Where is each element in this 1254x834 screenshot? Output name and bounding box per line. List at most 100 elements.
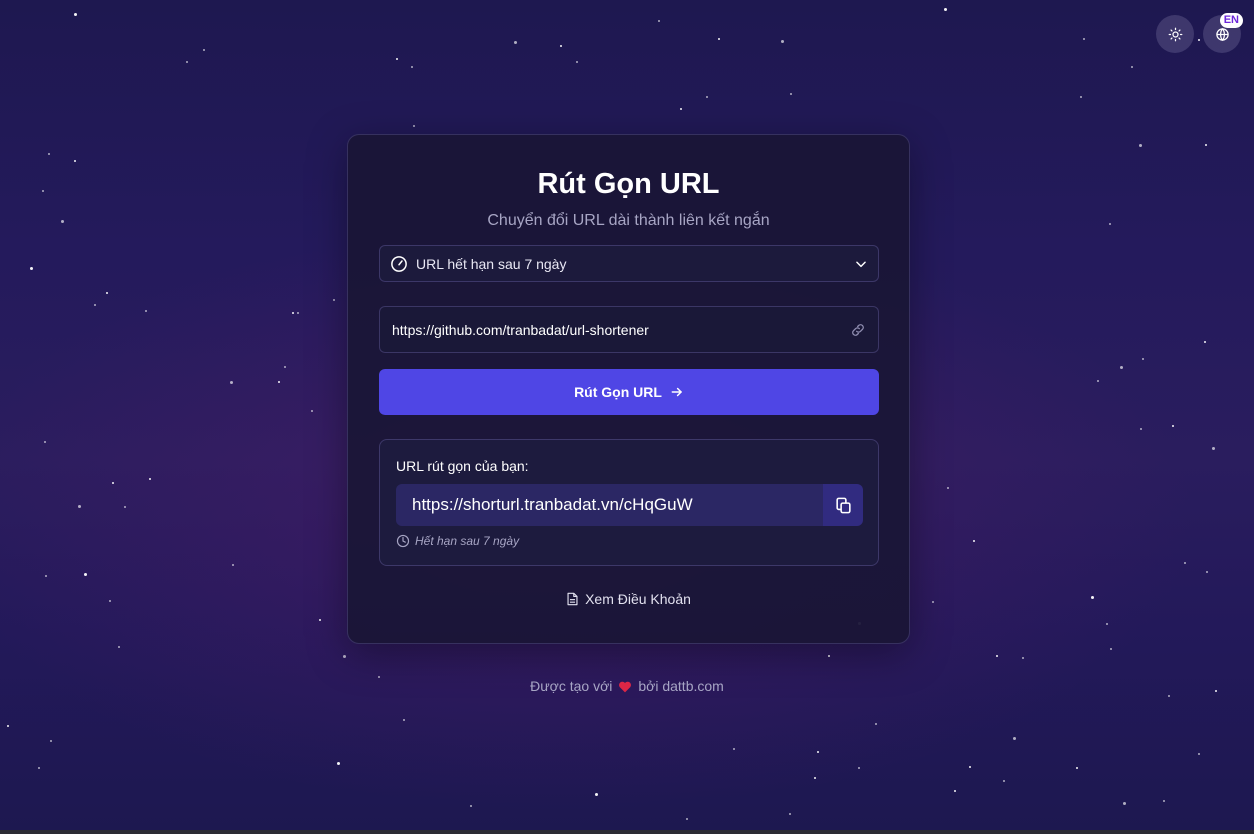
star [106, 292, 108, 294]
star [403, 719, 405, 721]
star [1106, 623, 1108, 625]
sun-icon [1168, 27, 1182, 41]
star [74, 160, 76, 162]
star [814, 777, 816, 779]
expiry-select[interactable]: URL hết hạn sau 7 ngày [379, 245, 879, 282]
star [875, 723, 877, 725]
bottom-bar [0, 830, 1254, 834]
language-button[interactable]: EN [1203, 13, 1243, 53]
star [1013, 737, 1016, 740]
star [790, 93, 792, 95]
page-subtitle: Chuyển đổi URL dài thành liên kết ngắn [487, 212, 770, 229]
star [1205, 144, 1207, 146]
arrow-right-icon [671, 387, 682, 397]
star [284, 366, 286, 368]
star [1142, 358, 1144, 360]
star [203, 49, 205, 51]
star [297, 312, 299, 314]
star [789, 813, 791, 815]
footer: Được tạo với bởi dattb.com [0, 678, 1254, 694]
star [969, 766, 971, 768]
heart-icon [619, 681, 632, 692]
star [1198, 753, 1200, 755]
star [560, 45, 562, 47]
star [932, 601, 934, 603]
star [145, 310, 147, 312]
star [319, 619, 321, 621]
star [411, 66, 413, 68]
star [396, 58, 398, 60]
star [680, 108, 682, 110]
star [996, 655, 998, 657]
star [118, 646, 120, 648]
star [230, 381, 233, 384]
clock-icon [396, 534, 410, 548]
star [1091, 596, 1094, 599]
star [61, 220, 64, 223]
theme-toggle-button[interactable] [1156, 15, 1194, 53]
star [828, 655, 830, 657]
star [278, 381, 280, 383]
star [124, 506, 126, 508]
link-icon [852, 323, 864, 336]
star [48, 153, 50, 155]
star [944, 8, 947, 11]
star [576, 61, 578, 63]
expiry-note: Hết hạn sau 7 ngày [396, 534, 519, 548]
footer-author-link[interactable]: bởi dattb.com [638, 678, 723, 694]
globe-icon [1215, 27, 1229, 41]
star [1204, 341, 1206, 343]
star [1123, 802, 1126, 805]
star [112, 482, 114, 484]
star [1168, 695, 1170, 697]
chevron-down-icon [856, 261, 866, 267]
language-badge: EN [1219, 13, 1243, 28]
shorten-button[interactable]: Rút Gọn URL [379, 369, 879, 415]
copy-icon [835, 497, 851, 513]
star [42, 190, 44, 192]
star [973, 540, 975, 542]
star [817, 751, 819, 753]
page-title: Rút Gọn URL [537, 168, 720, 200]
star [718, 38, 720, 40]
star [94, 304, 96, 306]
star [232, 564, 234, 566]
terms-link-label: Xem Điều Khoản [585, 591, 691, 607]
star [1163, 800, 1165, 802]
star [733, 748, 735, 750]
star [109, 600, 111, 602]
star [50, 740, 52, 742]
star [1172, 425, 1174, 427]
star [954, 790, 956, 792]
star [30, 267, 33, 270]
star [1003, 780, 1005, 782]
url-input-wrapper [379, 306, 879, 353]
terms-link[interactable]: Xem Điều Khoản [348, 591, 909, 607]
star [7, 725, 9, 727]
expiry-note-text: Hết hạn sau 7 ngày [415, 534, 520, 548]
star [186, 61, 188, 63]
footer-made-with: Được tạo với [530, 678, 613, 694]
star [84, 573, 87, 576]
star [311, 410, 313, 412]
star [78, 505, 81, 508]
copy-button[interactable] [823, 484, 863, 526]
star [1076, 767, 1078, 769]
top-controls: EN [1156, 13, 1243, 53]
star [337, 762, 340, 765]
star [74, 13, 77, 16]
shortener-card: Rút Gọn URL Chuyển đổi URL dài thành liê… [347, 134, 910, 644]
star [1140, 428, 1142, 430]
document-icon [567, 592, 578, 606]
star [1184, 562, 1186, 564]
star [38, 767, 40, 769]
star [947, 487, 949, 489]
star [514, 41, 517, 44]
star [149, 478, 151, 480]
url-input[interactable] [392, 321, 850, 338]
star [333, 299, 335, 301]
short-url-output[interactable]: https://shorturl.tranbadat.vn/cHqGuW [396, 484, 823, 526]
star [1109, 223, 1111, 225]
star [706, 96, 708, 98]
expiry-select-value: URL hết hạn sau 7 ngày [416, 255, 567, 272]
